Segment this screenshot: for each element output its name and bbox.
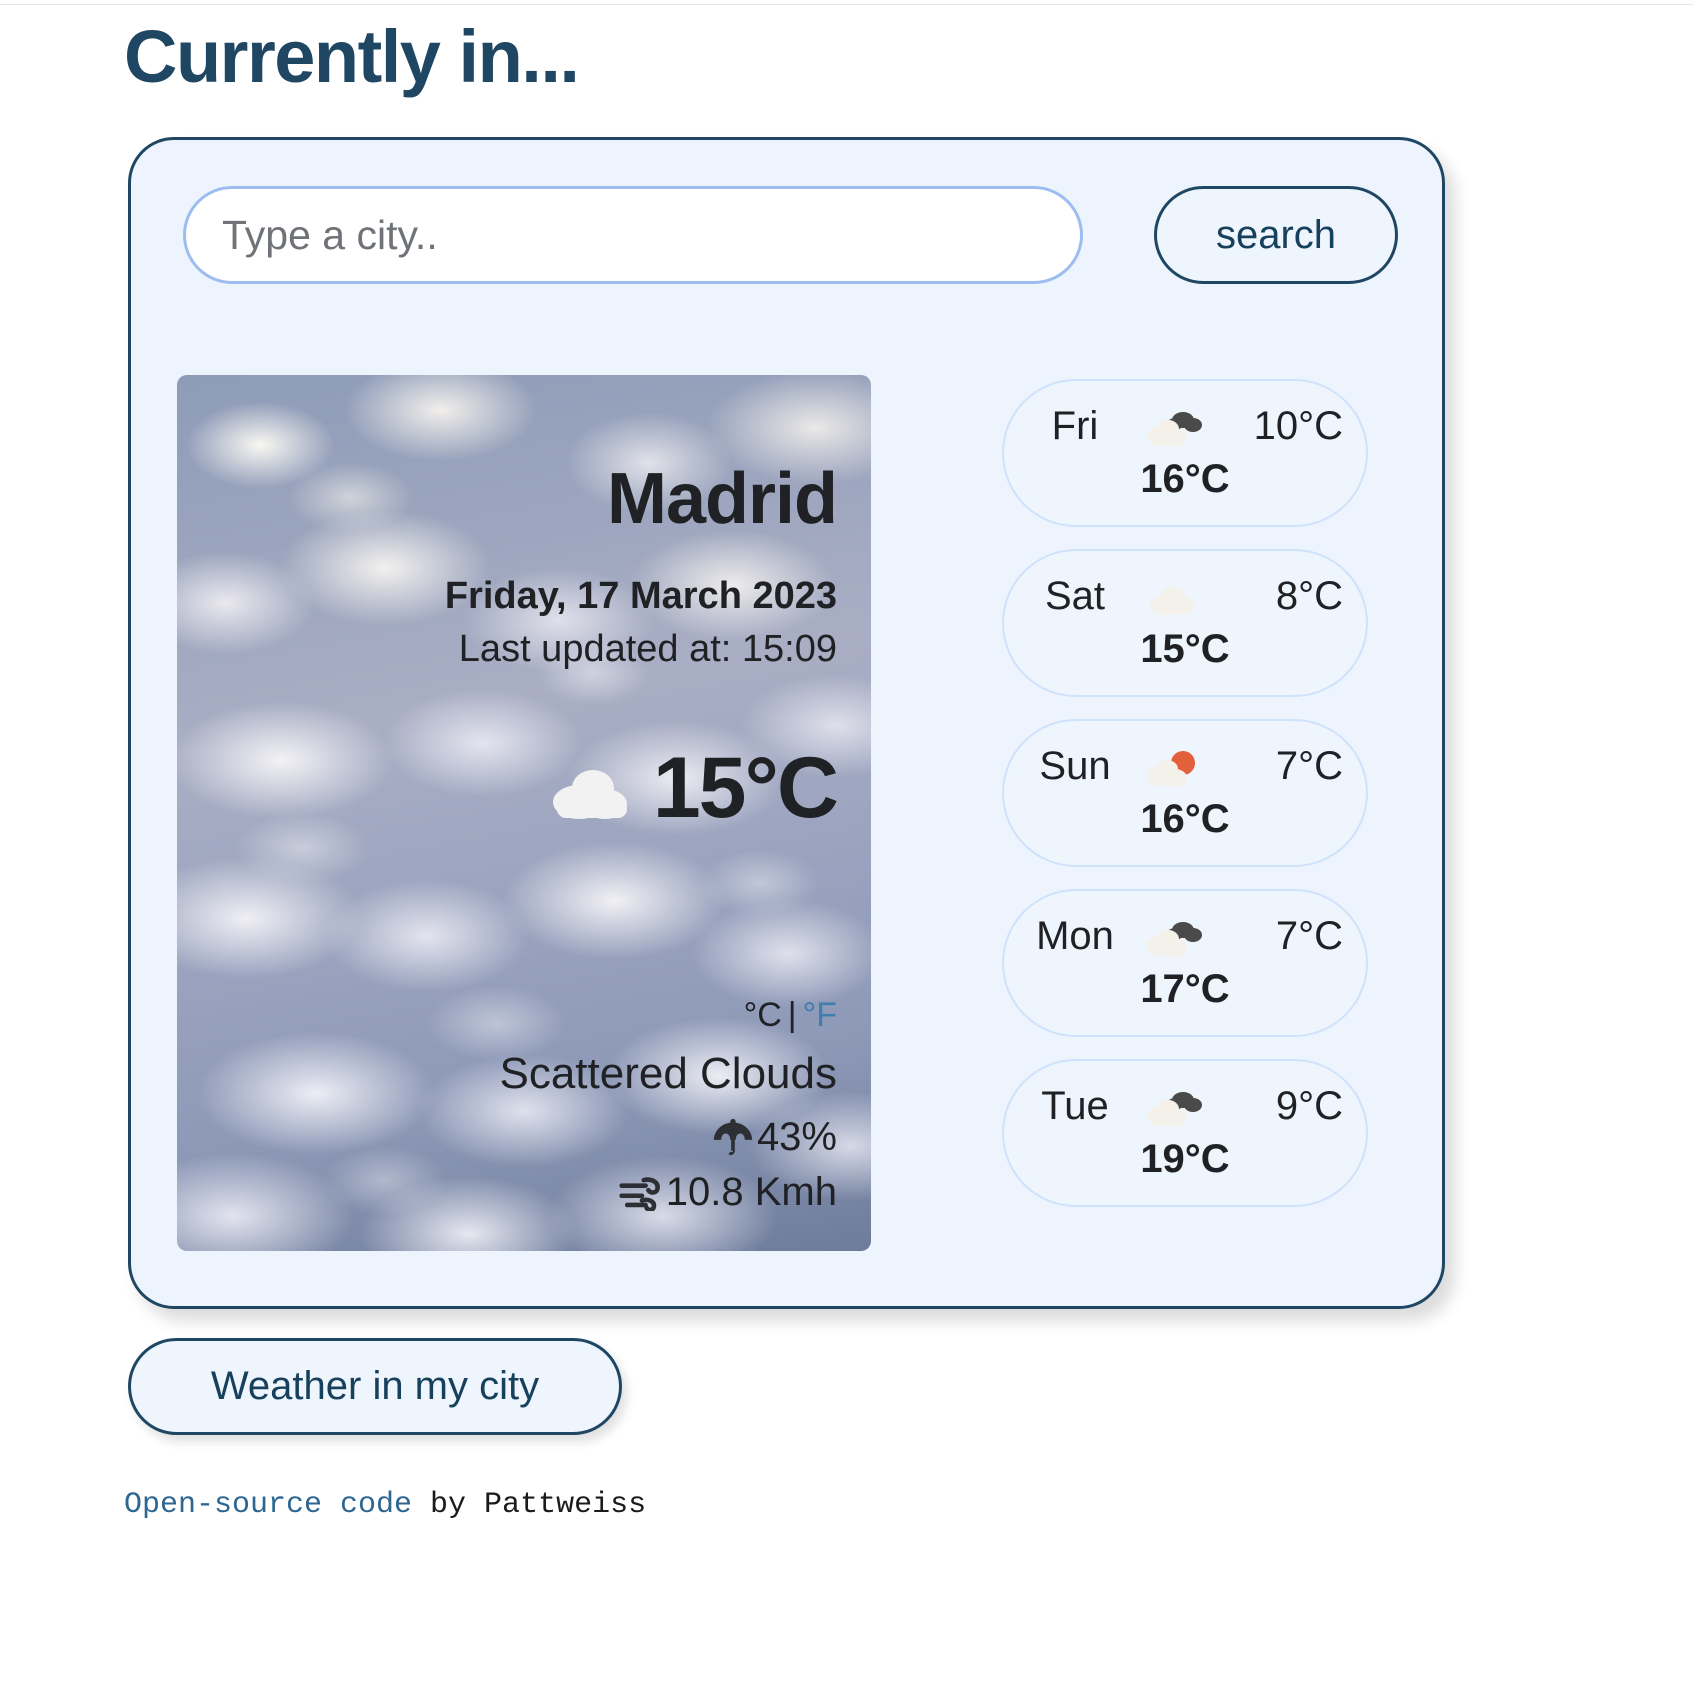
umbrella-icon <box>711 1118 755 1158</box>
current-temperature-row: 15°C <box>211 740 839 836</box>
humidity-value: 43% <box>756 1115 837 1159</box>
forecast-day-label: Sun <box>1039 744 1111 788</box>
forecast-min-temp: 10°C <box>1253 404 1343 448</box>
forecast-max-temp: 19°C <box>1140 1137 1230 1181</box>
weather-in-my-city-button[interactable]: Weather in my city <box>128 1338 622 1435</box>
forecast-max-temp: 17°C <box>1140 967 1230 1011</box>
weather-app-page: Currently in... search Madrid Friday, 17… <box>0 0 1693 1681</box>
top-divider <box>0 4 1693 5</box>
cloud-icon <box>1145 576 1203 618</box>
forecast-day-label: Sat <box>1044 574 1106 618</box>
forecast-min-temp: 7°C <box>1275 914 1343 958</box>
celsius-button[interactable]: °C <box>744 996 782 1034</box>
panel-spacer <box>211 831 837 996</box>
footer-author-text: by Pattweiss <box>412 1488 647 1522</box>
humidity-row: 43% <box>211 1115 837 1160</box>
fahrenheit-button[interactable]: °F <box>803 996 837 1034</box>
forecast-card-tue[interactable]: Tue 9°C 19°C <box>1002 1059 1368 1207</box>
current-date: Friday, 17 March 2023 <box>444 575 837 617</box>
forecast-max-temp: 16°C <box>1140 457 1230 501</box>
broken-clouds-icon <box>1145 1086 1203 1128</box>
broken-clouds-icon <box>1145 406 1203 448</box>
forecast-min-temp: 7°C <box>1275 744 1343 788</box>
forecast-max-temp: 15°C <box>1140 627 1230 671</box>
forecast-max-temp: 16°C <box>1140 797 1230 841</box>
search-button[interactable]: search <box>1154 186 1398 284</box>
current-weather-panel: Madrid Friday, 17 March 2023 Last update… <box>177 375 871 1251</box>
last-updated-text: Last updated at: 15:09 <box>458 628 837 670</box>
sun-behind-cloud-icon <box>1145 746 1203 788</box>
open-source-code-link[interactable]: Open-source code <box>124 1488 412 1522</box>
forecast-day-label: Fri <box>1051 404 1099 448</box>
search-input[interactable] <box>183 186 1083 284</box>
forecast-card-mon[interactable]: Mon 7°C 17°C <box>1002 889 1368 1037</box>
wind-row: 10.8 Kmh <box>211 1170 837 1215</box>
forecast-card-fri[interactable]: Fri 10°C 16°C <box>1002 379 1368 527</box>
weather-app-card: search Madrid Friday, 17 March 2023 Last… <box>128 137 1445 1309</box>
current-temperature: 15°C <box>652 740 839 836</box>
cloud-icon <box>547 752 639 824</box>
current-city-name: Madrid <box>606 459 838 539</box>
unit-toggle: °C | °F <box>211 996 837 1035</box>
unit-separator: | <box>787 996 797 1034</box>
weather-content-row: Madrid Friday, 17 March 2023 Last update… <box>177 375 1407 1251</box>
wind-value: 10.8 Kmh <box>665 1170 837 1214</box>
forecast-day-label: Mon <box>1036 914 1114 958</box>
forecast-list: Fri 10°C 16°C Sat 8°C 15°C Sun 7°C 16°C … <box>1002 375 1368 1251</box>
forecast-card-sat[interactable]: Sat 8°C 15°C <box>1002 549 1368 697</box>
forecast-day-label: Tue <box>1041 1084 1109 1128</box>
page-title: Currently in... <box>124 15 580 98</box>
broken-clouds-icon <box>1145 916 1203 958</box>
forecast-card-sun[interactable]: Sun 7°C 16°C <box>1002 719 1368 867</box>
forecast-min-temp: 9°C <box>1275 1084 1343 1128</box>
wind-icon <box>618 1175 664 1211</box>
footer: Open-source code by Pattweiss <box>124 1488 646 1522</box>
search-row: search <box>183 185 1398 285</box>
forecast-min-temp: 8°C <box>1275 574 1343 618</box>
condition-description: Scattered Clouds <box>499 1049 837 1098</box>
